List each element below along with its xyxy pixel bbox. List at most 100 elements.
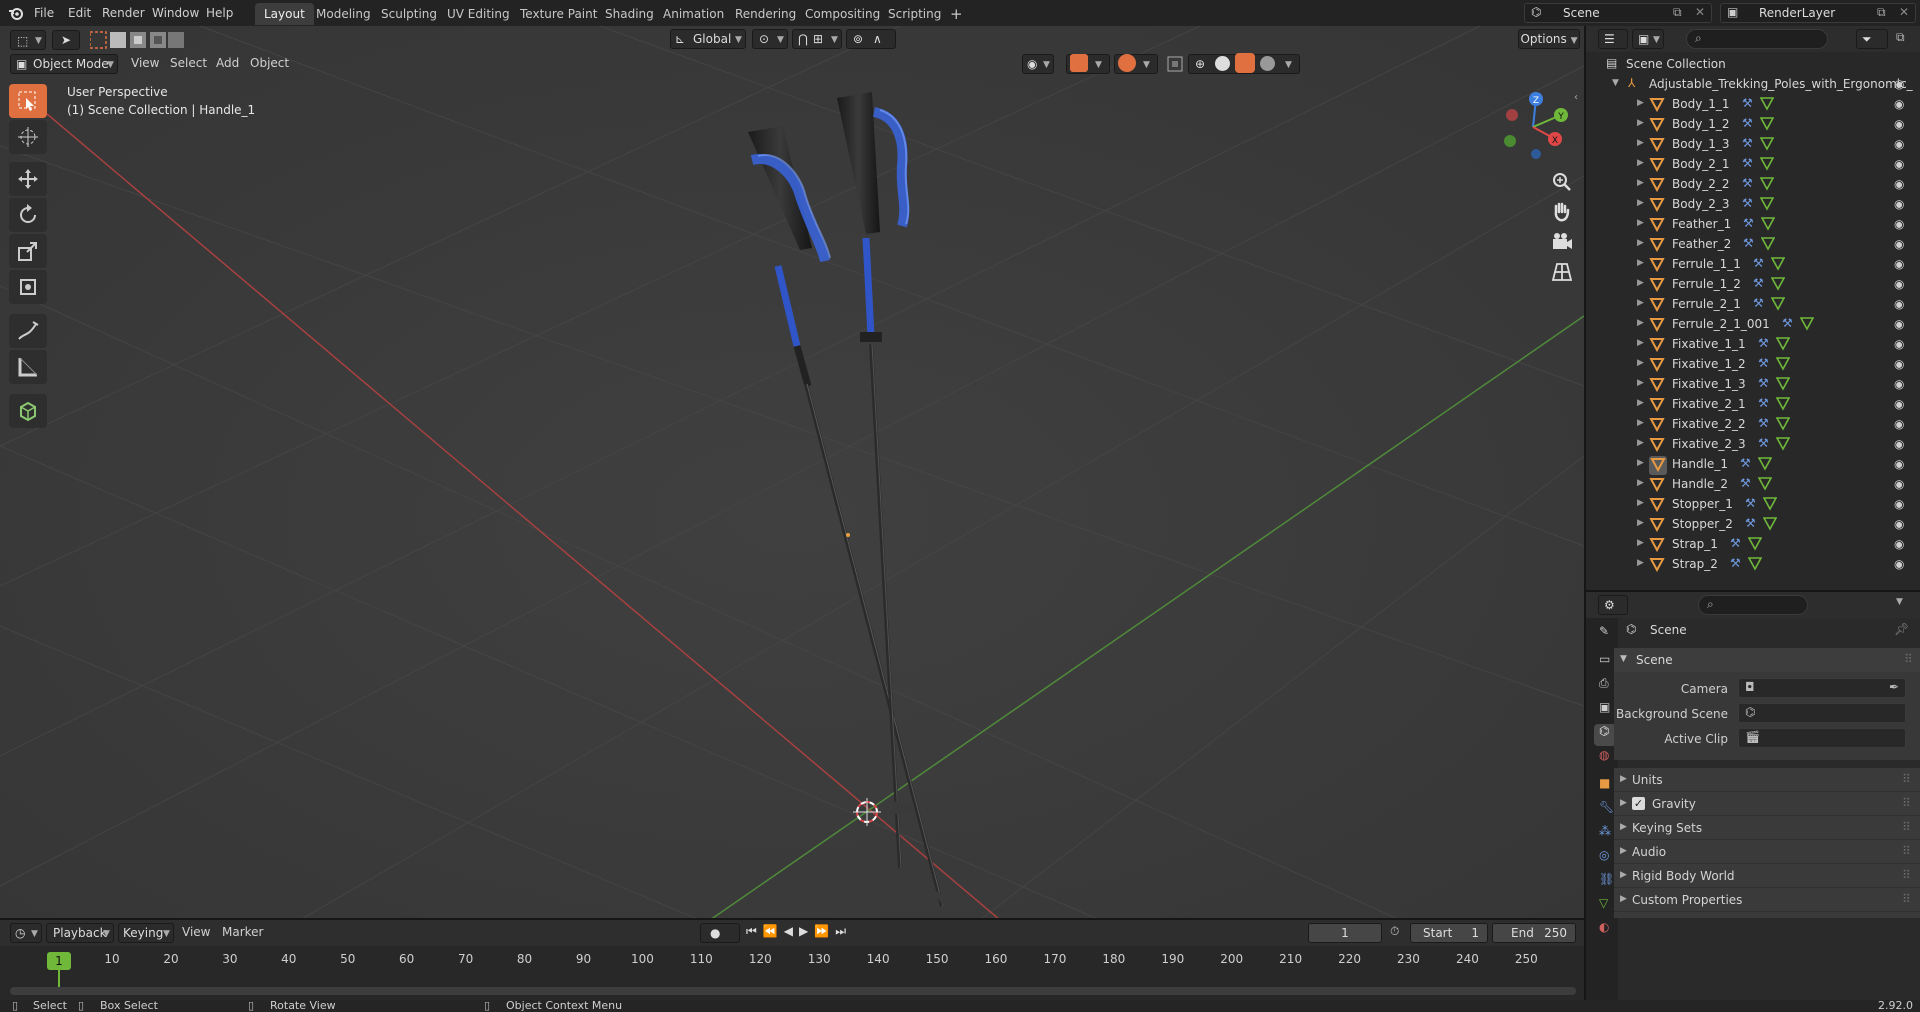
pan-hand-button[interactable] [1548, 198, 1576, 226]
shading-mode-buttons[interactable]: ⊕ ▼ [1188, 53, 1300, 74]
outliner-object-row[interactable]: ▶ Ferrule_1_1 ⚒ ◉ [1586, 254, 1920, 274]
modifier-wrench-icon[interactable]: ⚒ [1743, 216, 1754, 230]
snap-dropdown[interactable]: ⋂ ⊞ ▼ [792, 29, 842, 49]
viewport-menu-object[interactable]: Object [250, 56, 289, 70]
viewport-menu-select[interactable]: Select [170, 56, 207, 70]
current-frame-field[interactable]: 1 [1308, 923, 1382, 943]
mesh-data-icon[interactable] [1747, 555, 1763, 574]
subpanel-header[interactable]: ▶ ✓ Gravity ⠿ [1614, 792, 1920, 816]
outliner-collection-row[interactable]: ▼ ⅄ Adjustable_Trekking_Poles_with_Ergon… [1586, 74, 1920, 94]
modifier-wrench-icon[interactable]: ⚒ [1742, 136, 1753, 150]
camera-view-button[interactable] [1548, 228, 1576, 256]
tab-compositing[interactable]: Compositing [796, 3, 889, 25]
timeline-marker-menu[interactable]: Marker [222, 925, 263, 939]
jump-start-icon[interactable]: ⏮ [746, 924, 763, 938]
subpanel-header[interactable]: ▶ Custom Properties ⠿ [1614, 888, 1920, 912]
menu-render[interactable]: Render [102, 0, 145, 26]
camera-field[interactable]: ◘ ✒ [1738, 678, 1906, 698]
output-tab-icon[interactable]: ⎙ [1594, 676, 1616, 698]
material-preview-icon[interactable] [1235, 53, 1255, 73]
navigation-gizmo[interactable]: Z Y X [1496, 90, 1570, 164]
eye-icon[interactable]: ◉ [1894, 77, 1904, 91]
xray-toggle[interactable] [1164, 54, 1186, 74]
overlays-toggle[interactable]: ▼ [1114, 54, 1158, 74]
timeline-scrollbar[interactable] [10, 987, 1576, 995]
modifier-wrench-icon[interactable]: ⚒ [1758, 376, 1769, 390]
scene-panel-header[interactable]: ▼ Scene ⠿ [1614, 648, 1920, 672]
tab-modeling[interactable]: Modeling [307, 3, 380, 25]
eye-icon[interactable]: ◉ [1894, 477, 1904, 491]
tab-shading[interactable]: Shading [596, 3, 663, 25]
blender-logo-icon[interactable] [8, 5, 24, 21]
modifier-wrench-tab-icon[interactable]: 🔧︎ [1594, 800, 1616, 822]
tool-tab-icon[interactable]: ✎ [1594, 624, 1616, 646]
expand-arrow-icon[interactable]: ▶ [1637, 198, 1644, 208]
expand-arrow-icon[interactable]: ▶ [1637, 438, 1644, 448]
timeline-editor-type[interactable]: ◷ ▼ [10, 923, 42, 943]
transform-tool[interactable] [9, 270, 47, 304]
tab-animation[interactable]: Animation [654, 3, 733, 25]
eye-icon[interactable]: ◉ [1894, 557, 1904, 571]
mesh-data-icon[interactable] [1775, 355, 1791, 374]
eye-icon[interactable]: ◉ [1894, 117, 1904, 131]
drag-handle-icon[interactable]: ⠿ [1902, 820, 1911, 834]
eye-icon[interactable]: ◉ [1894, 517, 1904, 531]
mesh-data-icon[interactable] [1747, 535, 1763, 554]
tab-layout[interactable]: Layout [255, 3, 314, 25]
eye-icon[interactable]: ◉ [1894, 437, 1904, 451]
expand-arrow-icon[interactable]: ▶ [1637, 118, 1644, 128]
mesh-data-icon[interactable] [1760, 235, 1776, 254]
expand-arrow-icon[interactable]: ▶ [1637, 258, 1644, 268]
move-tool[interactable] [9, 162, 47, 196]
proportional-editing[interactable]: ⊚ ∧ [846, 29, 896, 49]
world-tab-icon[interactable]: ◍ [1594, 748, 1616, 770]
menu-window[interactable]: Window [152, 0, 199, 26]
outliner-object-row[interactable]: ▶ Body_2_2 ⚒ ◉ [1586, 174, 1920, 194]
outliner-object-row[interactable]: ▶ Body_1_3 ⚒ ◉ [1586, 134, 1920, 154]
expand-arrow-icon[interactable]: ▶ [1637, 498, 1644, 508]
eye-icon[interactable]: ◉ [1894, 277, 1904, 291]
eye-icon[interactable]: ◉ [1894, 317, 1904, 331]
outliner-object-row[interactable]: ▶ Handle_2 ⚒ ◉ [1586, 474, 1920, 494]
mesh-data-icon[interactable] [1759, 115, 1775, 134]
mesh-data-icon[interactable] [1775, 335, 1791, 354]
gravity-checkbox[interactable]: ✓ [1632, 797, 1645, 810]
jump-keyframe-forward-icon[interactable]: ⏩ [814, 924, 835, 938]
outliner-object-row[interactable]: ▶ Stopper_2 ⚒ ◉ [1586, 514, 1920, 534]
properties-editor-type[interactable]: ⚙ [1598, 595, 1628, 615]
jump-keyframe-back-icon[interactable]: ⏪ [763, 924, 784, 938]
close-icon[interactable]: ✕ [1899, 5, 1909, 19]
mesh-data-icon[interactable] [1775, 375, 1791, 394]
play-reverse-icon[interactable]: ◀ [784, 924, 799, 938]
outliner-scene-collection-row[interactable]: ▤ Scene Collection [1586, 54, 1920, 74]
mesh-data-icon[interactable] [1759, 135, 1775, 154]
subpanel-header[interactable]: ▶ Units ⠿ [1614, 768, 1920, 792]
mesh-data-icon[interactable] [1759, 95, 1775, 114]
modifier-wrench-icon[interactable]: ⚒ [1745, 496, 1756, 510]
filter-dropdown[interactable]: ⏷ [1856, 29, 1888, 49]
mesh-data-icon[interactable] [1757, 455, 1773, 474]
outliner-object-row[interactable]: ▶ Fixative_2_1 ⚒ ◉ [1586, 394, 1920, 414]
modifier-wrench-icon[interactable]: ⚒ [1742, 176, 1753, 190]
drag-handle-icon[interactable]: ⠿ [1904, 652, 1913, 666]
scene-selector[interactable]: ⌬ Scene ⧉ ✕ [1524, 3, 1712, 23]
constraints-tab-icon[interactable]: ⛓ [1594, 872, 1616, 894]
expand-arrow-icon[interactable]: ▶ [1637, 178, 1644, 188]
tab-scripting[interactable]: Scripting [879, 3, 950, 25]
modifier-wrench-icon[interactable]: ⚒ [1740, 456, 1751, 470]
mesh-data-icon[interactable] [1775, 415, 1791, 434]
drag-handle-icon[interactable]: ⠿ [1902, 868, 1911, 882]
view-layer-tab-icon[interactable]: ▣ [1594, 700, 1616, 722]
subpanel-header[interactable]: ▶ Audio ⠿ [1614, 840, 1920, 864]
modifier-wrench-icon[interactable]: ⚒ [1782, 316, 1793, 330]
annotate-tool[interactable] [9, 314, 47, 348]
play-icon[interactable]: ▶ [799, 924, 814, 938]
menu-help[interactable]: Help [206, 0, 233, 26]
eye-icon[interactable]: ◉ [1894, 457, 1904, 471]
zoom-button[interactable] [1548, 168, 1576, 196]
outliner-object-row[interactable]: ▶ Fixative_2_2 ⚒ ◉ [1586, 414, 1920, 434]
menu-edit[interactable]: Edit [68, 0, 91, 26]
mesh-data-icon[interactable] [1759, 155, 1775, 174]
outliner-object-row[interactable]: ▶ Body_2_3 ⚒ ◉ [1586, 194, 1920, 214]
preview-range-stopwatch-icon[interactable]: ⏱ [1390, 924, 1399, 939]
